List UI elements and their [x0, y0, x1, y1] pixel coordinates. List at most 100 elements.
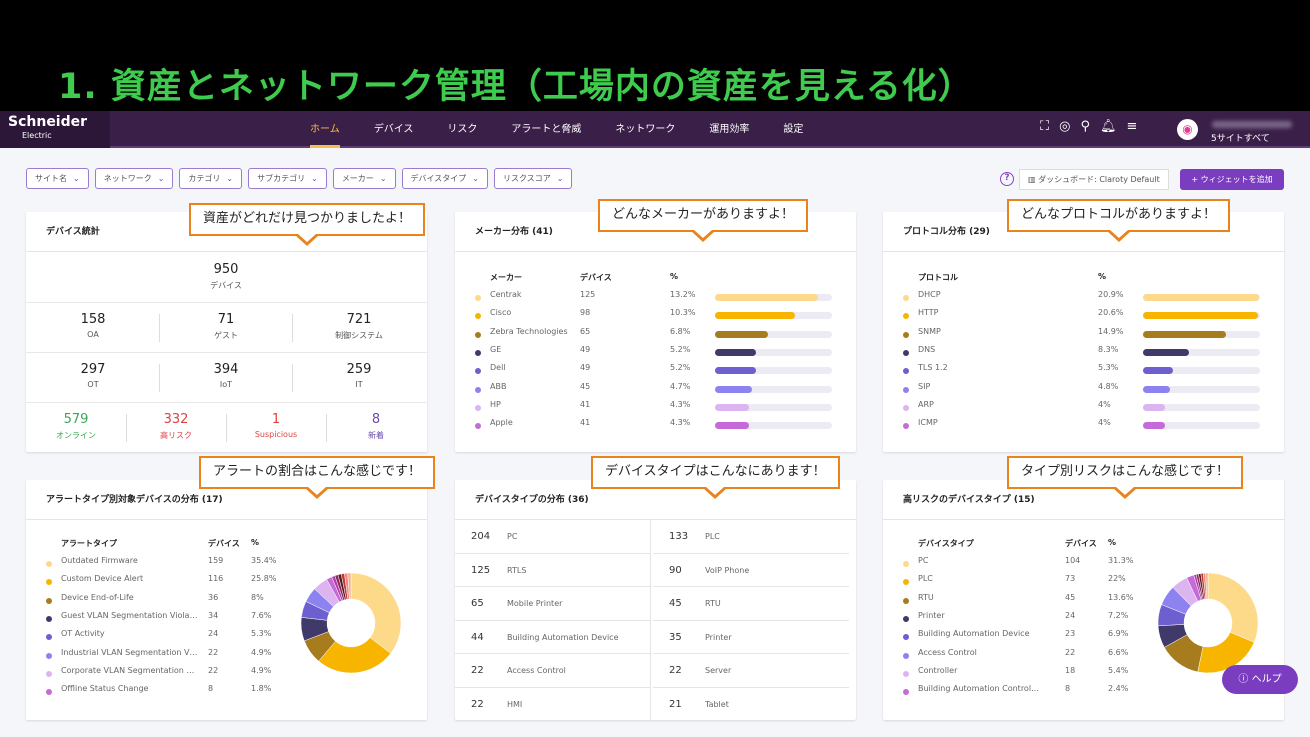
- filter-5[interactable]: デバイスタイプ ⌄: [401, 168, 488, 189]
- table-row[interactable]: Outdated Firmware 159 35.4%: [46, 556, 296, 574]
- divider: [292, 314, 293, 342]
- device-type-cell[interactable]: 35 Printer: [653, 621, 849, 654]
- search-icon[interactable]: ⚲: [1080, 119, 1090, 134]
- legend-dot: [475, 386, 481, 393]
- table-row[interactable]: Cisco 98 10.3%: [475, 308, 845, 326]
- filter-6[interactable]: リスクスコア ⌄: [493, 168, 573, 189]
- filter-3[interactable]: サブカテゴリ ⌄: [248, 168, 327, 189]
- cell: DHCP: [918, 290, 941, 299]
- table-row[interactable]: Printer 24 7.2%: [903, 611, 1153, 629]
- progress-bar: [1143, 312, 1260, 320]
- protocol-distribution-card: プロトコル分布 (29) プロトコル% DHCP 20.9% HTTP 20.6% SNMP…: [883, 212, 1284, 452]
- dashboard-selector[interactable]: ▥ ダッシュボード: Claroty Default: [1019, 169, 1169, 190]
- table-row[interactable]: OT Activity 24 5.3%: [46, 629, 296, 647]
- table-row[interactable]: Device End-of-Life 36 8%: [46, 593, 296, 611]
- bell-icon[interactable]: 🔔︎: [1100, 119, 1117, 134]
- cell: 4%: [1098, 418, 1111, 428]
- cell: ARP: [918, 399, 934, 409]
- stat-オンライン[interactable]: 579 オンライン: [26, 412, 126, 441]
- progress-bar: [1143, 385, 1260, 393]
- table-row[interactable]: ARP 4%: [903, 400, 1273, 418]
- device-type-cell[interactable]: 133 PLC: [653, 520, 849, 554]
- table-row[interactable]: RTU 45 13.6%: [903, 593, 1153, 611]
- stat-value: 950: [213, 262, 239, 277]
- device-type-cell[interactable]: 90 VoIP Phone: [653, 554, 849, 587]
- table-row[interactable]: Offline Status Change 8 1.8%: [46, 684, 296, 702]
- filter-4[interactable]: メーカー ⌄: [332, 168, 396, 189]
- tab-1[interactable]: デバイス: [360, 111, 428, 148]
- device-type-cell[interactable]: 65 Mobile Printer: [455, 587, 651, 621]
- device-type-cell[interactable]: 22 Server: [653, 654, 849, 688]
- tab-5[interactable]: 運用効率: [695, 111, 763, 148]
- stat-ゲスト: 71 ゲスト: [161, 312, 291, 341]
- device-count: 133: [669, 531, 689, 542]
- callout-device-types: デバイスタイプはこんなにあります！: [591, 456, 840, 499]
- stat-高リスク[interactable]: 332 高リスク: [126, 412, 226, 441]
- cell: 5.4%: [1108, 665, 1129, 675]
- table-row[interactable]: HTTP 20.6%: [903, 308, 1273, 326]
- table-row[interactable]: Dell 49 5.2%: [475, 363, 845, 381]
- device-type-cell[interactable]: 45 RTU: [653, 587, 849, 621]
- table-row[interactable]: Guest VLAN Segmentation Viola… 34 7.6%: [46, 611, 296, 629]
- tab-6[interactable]: 設定: [769, 111, 817, 148]
- device-type-cell[interactable]: 21 Tablet: [653, 688, 849, 721]
- donut-slice[interactable]: [1207, 572, 1259, 643]
- stat-新着[interactable]: 8 新着: [326, 412, 426, 441]
- tab-2[interactable]: リスク: [433, 111, 491, 148]
- table-row[interactable]: Custom Device Alert 116 25.8%: [46, 574, 296, 592]
- table-row[interactable]: PC 104 31.3%: [903, 556, 1153, 574]
- avatar[interactable]: ◉: [1177, 119, 1198, 140]
- tab-0[interactable]: ホーム: [296, 111, 354, 148]
- table-row[interactable]: GE 49 5.2%: [475, 345, 845, 363]
- table-row[interactable]: Apple 41 4.3%: [475, 418, 845, 436]
- device-type-cell[interactable]: 125 RTLS: [455, 553, 651, 587]
- column-header: デバイスタイプ: [918, 539, 974, 548]
- table-row[interactable]: Zebra Technologies 65 6.8%: [475, 327, 845, 345]
- table-row[interactable]: Controller 18 5.4%: [903, 666, 1153, 684]
- stat-Suspicious[interactable]: 1 Suspicious: [226, 412, 326, 439]
- device-type-cell[interactable]: 22 HMI: [455, 687, 651, 720]
- table-row[interactable]: HP 41 4.3%: [475, 400, 845, 418]
- help-button[interactable]: ⓘ ヘルプ: [1222, 665, 1298, 694]
- table-row[interactable]: Centrak 125 13.2%: [475, 290, 845, 308]
- device-type-cell[interactable]: 204 PC: [455, 520, 651, 554]
- table-row[interactable]: Building Automation Control… 8 2.4%: [903, 684, 1153, 702]
- device-type-name: PC: [507, 532, 518, 541]
- logo-subtext: Electric: [22, 131, 52, 140]
- table-row[interactable]: ABB 45 4.7%: [475, 382, 845, 400]
- cell: SIP: [918, 381, 931, 391]
- column-header: %: [1098, 272, 1107, 281]
- table-row[interactable]: TLS 1.2 5.3%: [903, 363, 1273, 381]
- filter-0[interactable]: サイト名 ⌄: [26, 168, 89, 189]
- table-row[interactable]: Building Automation Device 23 6.9%: [903, 629, 1153, 647]
- cell: 4.3%: [670, 418, 691, 428]
- table-row[interactable]: Industrial VLAN Segmentation V… 22 4.9%: [46, 648, 296, 666]
- table-row[interactable]: Access Control 22 6.6%: [903, 648, 1153, 666]
- help-icon[interactable]: ?: [1000, 172, 1014, 186]
- table-row[interactable]: ICMP 4%: [903, 418, 1273, 436]
- add-widget-button[interactable]: + ウィジェットを追加: [1180, 169, 1284, 190]
- donut-slice[interactable]: [350, 572, 402, 654]
- tab-4[interactable]: ネットワーク: [601, 111, 689, 148]
- cell: 6.8%: [670, 326, 691, 336]
- filter-2[interactable]: カテゴリ ⌄: [179, 168, 243, 189]
- column-header: %: [670, 272, 679, 281]
- schneider-logo[interactable]: Schneider Electric: [0, 111, 110, 148]
- stat-label: OA: [87, 330, 99, 339]
- legend-dot: [903, 349, 909, 356]
- site-selector[interactable]: 5サイトすべて: [1211, 131, 1270, 144]
- support-icon[interactable]: ◎: [1059, 119, 1070, 134]
- device-type-cell[interactable]: 44 Building Automation Device: [455, 620, 651, 654]
- progress-bar: [715, 294, 832, 301]
- camera-scan-icon[interactable]: ⛶: [1040, 119, 1049, 134]
- filter-icon[interactable]: ≡: [1127, 119, 1138, 134]
- filter-1[interactable]: ネットワーク ⌄: [94, 168, 174, 189]
- table-row[interactable]: SNMP 14.9%: [903, 327, 1273, 345]
- table-row[interactable]: Corporate VLAN Segmentation … 22 4.9%: [46, 666, 296, 684]
- tab-3[interactable]: アラートと脅威: [497, 111, 595, 148]
- table-row[interactable]: DHCP 20.9%: [903, 290, 1273, 308]
- table-row[interactable]: DNS 8.3%: [903, 345, 1273, 363]
- device-type-cell[interactable]: 22 Access Control: [455, 654, 651, 688]
- table-row[interactable]: PLC 73 22%: [903, 574, 1153, 592]
- table-row[interactable]: SIP 4.8%: [903, 382, 1273, 400]
